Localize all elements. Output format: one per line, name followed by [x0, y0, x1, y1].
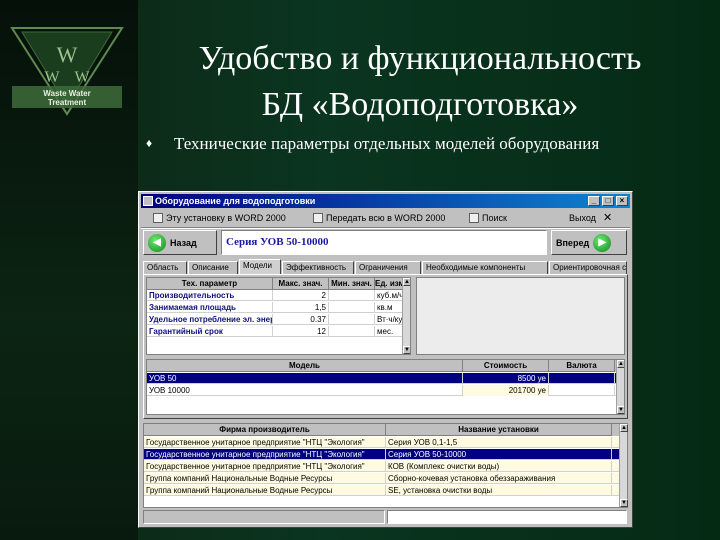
svg-text:Waste Water: Waste Water — [43, 89, 90, 98]
minimize-button[interactable]: _ — [588, 196, 600, 206]
svg-text:W: W — [44, 69, 60, 86]
tab-limitations[interactable]: Ограничения — [355, 261, 421, 274]
scroll-down-icon[interactable]: ▼ — [403, 346, 410, 354]
params-scrollbar[interactable]: ▲ ▼ — [402, 278, 410, 354]
scroll-up-icon[interactable]: ▲ — [403, 278, 410, 286]
models-scrollbar[interactable]: ▲ ▼ — [616, 360, 624, 414]
bullet-text: Технические параметры отдельных моделей … — [174, 134, 600, 153]
waste-water-logo: W W W Waste Water Treatment — [10, 27, 124, 116]
title-line-1: Удобство и функциональность — [198, 40, 642, 77]
menu-bar: Эту установку в WORD 2000 Передать всю в… — [141, 210, 630, 226]
models-panel: Тех. параметр Макс. знач. Мин. знач. Ед.… — [143, 274, 628, 419]
svg-text:W: W — [74, 69, 90, 86]
params-grid-header: Тех. параметр Макс. знач. Мин. знач. Ед.… — [147, 278, 410, 290]
series-label: Серия УОВ 50-10000 — [226, 236, 329, 248]
scroll-up-icon[interactable]: ▲ — [620, 424, 628, 432]
tab-strip: Область Описание Модели Эффективность Ог… — [143, 259, 628, 274]
maker-row[interactable]: Государственное унитарное предприятие "Н… — [144, 437, 627, 448]
tab-cost[interactable]: Ориентировочная стоимость — [549, 261, 627, 274]
scroll-down-icon[interactable]: ▼ — [617, 406, 624, 414]
status-bar — [143, 510, 628, 524]
menu-exit[interactable]: Выход ✕ — [569, 210, 612, 226]
bullet-item: ♦ Технические параметры отдельных моделе… — [146, 134, 686, 153]
bullet-diamond-icon: ♦ — [146, 136, 153, 150]
close-icon: ✕ — [602, 212, 613, 224]
tab-area[interactable]: Область — [143, 261, 187, 274]
maximize-button[interactable]: □ — [602, 196, 614, 206]
model-image-area — [416, 277, 625, 355]
params-grid[interactable]: Тех. параметр Макс. знач. Мин. знач. Ед.… — [146, 277, 411, 355]
window-title: Оборудование для водоподготовки — [155, 196, 316, 206]
tab-efficiency[interactable]: Эффективность — [282, 261, 354, 274]
binoculars-icon — [469, 213, 479, 223]
app-icon — [143, 196, 153, 206]
menu-separator — [141, 227, 630, 229]
menu-export-one-word[interactable]: Эту установку в WORD 2000 — [153, 210, 286, 226]
tab-components[interactable]: Необходимые компоненты — [422, 261, 548, 274]
makers-scrollbar[interactable]: ▲ ▼ — [619, 424, 628, 507]
menu-export-all-word[interactable]: Передать всю в WORD 2000 — [313, 210, 445, 226]
param-row[interactable]: Удельное потребление эл. энергии 0.37 Вт… — [147, 314, 410, 325]
svg-text:W: W — [57, 42, 78, 67]
arrow-right-icon: ▶ — [593, 233, 612, 252]
menu-search[interactable]: Поиск — [469, 210, 507, 226]
window-titlebar[interactable]: Оборудование для водоподготовки _ □ × — [141, 194, 630, 208]
models-grid[interactable]: Модель Стоимость Валюта УОВ 50 8500 уе У… — [146, 359, 625, 415]
param-row[interactable]: Производительность 2 куб.м/ч — [147, 290, 410, 301]
maker-row[interactable]: Группа компаний Национальные Водные Ресу… — [144, 473, 627, 484]
close-button[interactable]: × — [616, 196, 628, 206]
status-panel-right — [387, 510, 627, 524]
arrow-left-icon: ◀ — [148, 233, 166, 252]
forward-button[interactable]: Вперед ▶ — [551, 230, 627, 255]
scroll-up-icon[interactable]: ▲ — [617, 360, 624, 368]
model-row[interactable]: УОВ 10000 201700 уе — [147, 385, 624, 396]
word-doc-icon — [313, 213, 323, 223]
tab-description[interactable]: Описание — [188, 261, 238, 274]
model-row-selected[interactable]: УОВ 50 8500 уе — [147, 373, 624, 384]
makers-grid[interactable]: Фирма производитель Название установки Г… — [143, 423, 628, 508]
scroll-down-icon[interactable]: ▼ — [620, 499, 628, 507]
maker-row-selected[interactable]: Государственное унитарное предприятие "Н… — [144, 449, 627, 460]
slide-title: Удобство и функциональность БД «Водоподг… — [140, 36, 700, 128]
equipment-window: Оборудование для водоподготовки _ □ × Эт… — [138, 191, 633, 528]
svg-text:Treatment: Treatment — [48, 98, 87, 107]
word-doc-icon — [153, 213, 163, 223]
nav-bar: ◀ Назад Серия УОВ 50-10000 Вперед ▶ — [143, 230, 628, 256]
param-row[interactable]: Занимаемая площадь 1,5 кв.м — [147, 302, 410, 313]
back-button[interactable]: ◀ Назад — [143, 230, 217, 255]
maker-row[interactable]: Группа компаний Национальные Водные Ресу… — [144, 485, 627, 496]
makers-grid-header: Фирма производитель Название установки — [144, 424, 627, 436]
title-line-2: БД «Водоподготовка» — [261, 86, 579, 123]
tab-models[interactable]: Модели — [239, 259, 281, 274]
status-panel-left — [143, 510, 385, 524]
param-row[interactable]: Гарантийный срок 12 мес. — [147, 326, 410, 337]
models-grid-header: Модель Стоимость Валюта — [147, 360, 624, 372]
maker-row[interactable]: Государственное унитарное предприятие "Н… — [144, 461, 627, 472]
series-field: Серия УОВ 50-10000 — [221, 230, 547, 255]
